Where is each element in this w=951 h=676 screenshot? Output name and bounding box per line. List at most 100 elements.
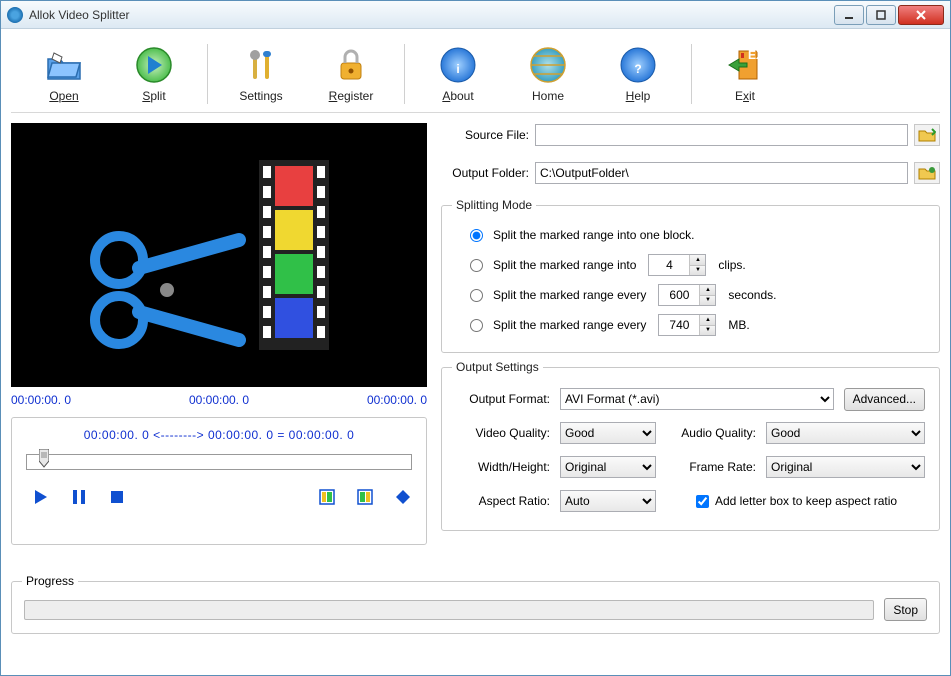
video-preview [11,123,427,387]
exit-icon: EXIT [725,45,765,85]
output-format-select[interactable]: AVI Format (*.avi) [560,388,834,410]
svg-text:?: ? [634,62,641,76]
info-icon: i [438,45,478,85]
pause-icon[interactable] [70,488,88,506]
width-height-select[interactable]: Original [560,456,656,478]
time-current: 00:00:00. 0 [189,393,249,407]
splitting-mode-group: Splitting Mode Split the marked range in… [441,205,940,353]
toolbar-separator [404,44,405,104]
output-format-label: Output Format: [456,392,550,406]
width-height-label: Width/Height: [456,460,550,474]
audio-quality-select[interactable]: Good [766,422,925,444]
toolbar-separator [207,44,208,104]
spinner-down-icon[interactable]: ▼ [700,296,715,306]
aspect-ratio-select[interactable]: Auto [560,490,656,512]
mark-out-icon[interactable] [356,488,374,506]
split-label: Split [142,89,165,103]
letterbox-row[interactable]: Add letter box to keep aspect ratio [696,494,897,508]
video-quality-label: Video Quality: [456,426,550,440]
aspect-ratio-label: Aspect Ratio: [456,494,550,508]
close-button[interactable] [898,5,944,25]
split-mode-mb-radio[interactable] [470,319,483,332]
spinner-down-icon[interactable]: ▼ [690,266,705,276]
advanced-button[interactable]: Advanced... [844,388,925,411]
split-mode-seconds-label-pre: Split the marked range every [493,288,646,302]
globe-icon [528,45,568,85]
split-button[interactable]: Split [109,41,199,107]
folder-gear-icon [918,165,936,181]
audio-quality-label: Audio Quality: [666,426,756,440]
stop-button[interactable]: Stop [884,598,927,621]
mb-input[interactable] [659,315,699,335]
spinner-down-icon[interactable]: ▼ [700,326,715,336]
home-button[interactable]: Home [503,41,593,107]
main-toolbar: Open Split Settings Register i About [11,35,940,113]
mark-point-icon[interactable] [394,488,412,506]
time-start: 00:00:00. 0 [11,393,71,407]
mb-spinner[interactable]: ▲▼ [658,314,716,336]
output-folder-input[interactable] [535,162,908,184]
exit-button[interactable]: EXIT Exit [700,41,790,107]
slider-thumb-icon[interactable] [39,449,49,469]
stop-icon[interactable] [108,488,126,506]
register-button[interactable]: Register [306,41,396,107]
seconds-input[interactable] [659,285,699,305]
trim-panel: 00:00:00. 0 <--------> 00:00:00. 0 = 00:… [11,417,427,545]
clips-count-spinner[interactable]: ▲▼ [648,254,706,276]
frame-rate-label: Frame Rate: [666,460,756,474]
spinner-up-icon[interactable]: ▲ [700,285,715,296]
progress-legend: Progress [22,574,78,588]
exit-label: Exit [735,89,755,103]
seconds-spinner[interactable]: ▲▼ [658,284,716,306]
spinner-up-icon[interactable]: ▲ [690,255,705,266]
spinner-up-icon[interactable]: ▲ [700,315,715,326]
open-button[interactable]: Open [19,41,109,107]
register-label: Register [329,89,374,103]
letterbox-checkbox[interactable] [696,495,709,508]
about-button[interactable]: i About [413,41,503,107]
browse-output-button[interactable] [914,162,940,184]
split-mode-clips-label-pre: Split the marked range into [493,258,636,272]
about-label: About [442,89,473,103]
maximize-button[interactable] [866,5,896,25]
split-mode-mb-label-pre: Split the marked range every [493,318,646,332]
trim-range-text: 00:00:00. 0 <--------> 00:00:00. 0 = 00:… [26,428,412,442]
source-file-label: Source File: [441,128,529,142]
folder-icon [918,127,936,143]
play-split-icon [134,45,174,85]
toolbar-separator [691,44,692,104]
output-settings-legend: Output Settings [452,360,543,374]
play-icon[interactable] [32,488,50,506]
progress-group: Progress Stop [11,581,940,634]
frame-rate-select[interactable]: Original [766,456,925,478]
folder-open-icon [44,45,84,85]
app-icon [7,7,23,23]
split-mode-clips-label-post: clips. [718,258,745,272]
lock-icon [331,45,371,85]
help-label: Help [626,89,651,103]
home-label: Home [532,89,564,103]
source-file-input[interactable] [535,124,908,146]
settings-button[interactable]: Settings [216,41,306,107]
split-mode-clips-radio[interactable] [470,259,483,272]
split-mode-seconds-radio[interactable] [470,289,483,302]
video-quality-select[interactable]: Good [560,422,656,444]
output-settings-group: Output Settings Output Format: AVI Forma… [441,367,940,531]
time-end: 00:00:00. 0 [367,393,427,407]
split-mode-one-block-label: Split the marked range into one block. [493,228,694,242]
browse-source-button[interactable] [914,124,940,146]
help-button[interactable]: ? Help [593,41,683,107]
mark-in-icon[interactable] [318,488,336,506]
minimize-button[interactable] [834,5,864,25]
split-mode-seconds-label-post: seconds. [728,288,776,302]
output-folder-label: Output Folder: [441,166,529,180]
svg-text:i: i [456,62,459,76]
trim-slider[interactable] [26,454,412,470]
progress-bar [24,600,874,620]
splitting-mode-legend: Splitting Mode [452,198,536,212]
settings-label: Settings [239,89,282,103]
split-mode-one-block-radio[interactable] [470,229,483,242]
split-mode-mb-label-post: MB. [728,318,749,332]
window-title: Allok Video Splitter [29,8,834,22]
clips-count-input[interactable] [649,255,689,275]
